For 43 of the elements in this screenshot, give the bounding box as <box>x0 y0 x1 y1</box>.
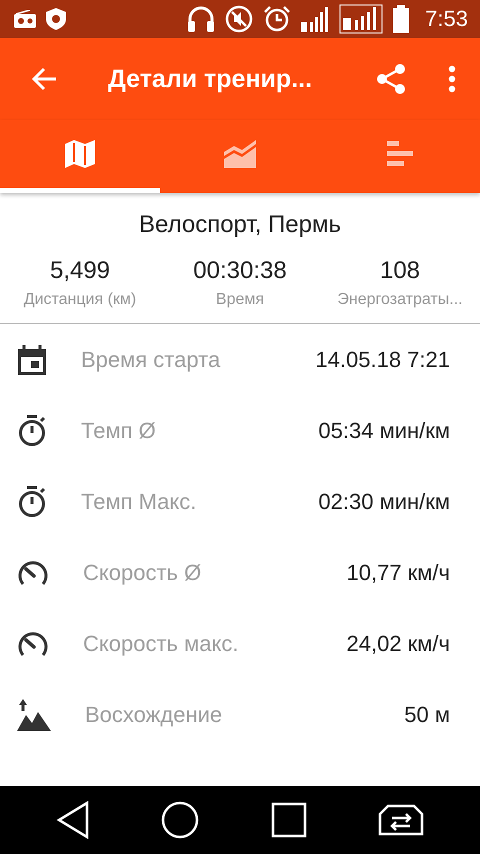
signal-icon <box>339 4 384 34</box>
signal-icon <box>301 6 330 32</box>
battery-icon <box>393 5 410 33</box>
triangle-icon <box>56 801 90 839</box>
headphones-icon <box>187 5 216 33</box>
detail-label: Восхождение <box>85 702 224 728</box>
more-vertical-icon <box>448 65 456 93</box>
alarm-icon <box>263 5 292 33</box>
stat-value: 5,499 <box>50 257 110 285</box>
area-chart-icon <box>224 140 256 168</box>
detail-value: 05:34 мин/км <box>318 418 450 444</box>
mute-icon <box>225 5 254 33</box>
stat-value: 00:30:38 <box>193 257 287 285</box>
detail-label: Скорость макс. <box>83 630 240 656</box>
radio-icon <box>14 10 36 28</box>
detail-value: 24,02 км/ч <box>346 630 450 656</box>
detail-value: 14.05.18 7:21 <box>315 346 450 372</box>
stat-label: Дистанция (км) <box>24 291 136 309</box>
bar-list-icon <box>387 141 413 167</box>
share-icon <box>376 64 406 94</box>
detail-value: 02:30 мин/км <box>318 488 450 514</box>
square-icon <box>270 802 307 838</box>
calendar-icon <box>17 344 47 374</box>
stat-label: Время <box>216 291 264 309</box>
sim-swap-icon <box>378 804 424 836</box>
detail-label: Скорость Ø <box>83 560 202 586</box>
circle-icon <box>161 801 200 839</box>
stat-label: Энергозатраты... <box>337 291 463 309</box>
detail-label: Темп Ø <box>81 418 157 444</box>
map-icon <box>65 140 95 168</box>
stopwatch-icon <box>17 486 47 518</box>
mountain-icon <box>17 698 51 730</box>
screen-title: Детали тренир... <box>108 64 314 94</box>
back-arrow-icon <box>32 67 58 91</box>
detail-label: Время старта <box>81 346 222 372</box>
activity-title: Велоспорт, Пермь <box>139 211 341 239</box>
detail-label: Темп Макс. <box>81 488 198 514</box>
stat-value: 108 <box>380 257 420 285</box>
shield-icon <box>46 8 66 30</box>
detail-value: 50 м <box>404 702 450 728</box>
stopwatch-icon <box>17 414 47 446</box>
detail-value: 10,77 км/ч <box>346 560 450 586</box>
clock-time: 7:53 <box>425 6 468 32</box>
